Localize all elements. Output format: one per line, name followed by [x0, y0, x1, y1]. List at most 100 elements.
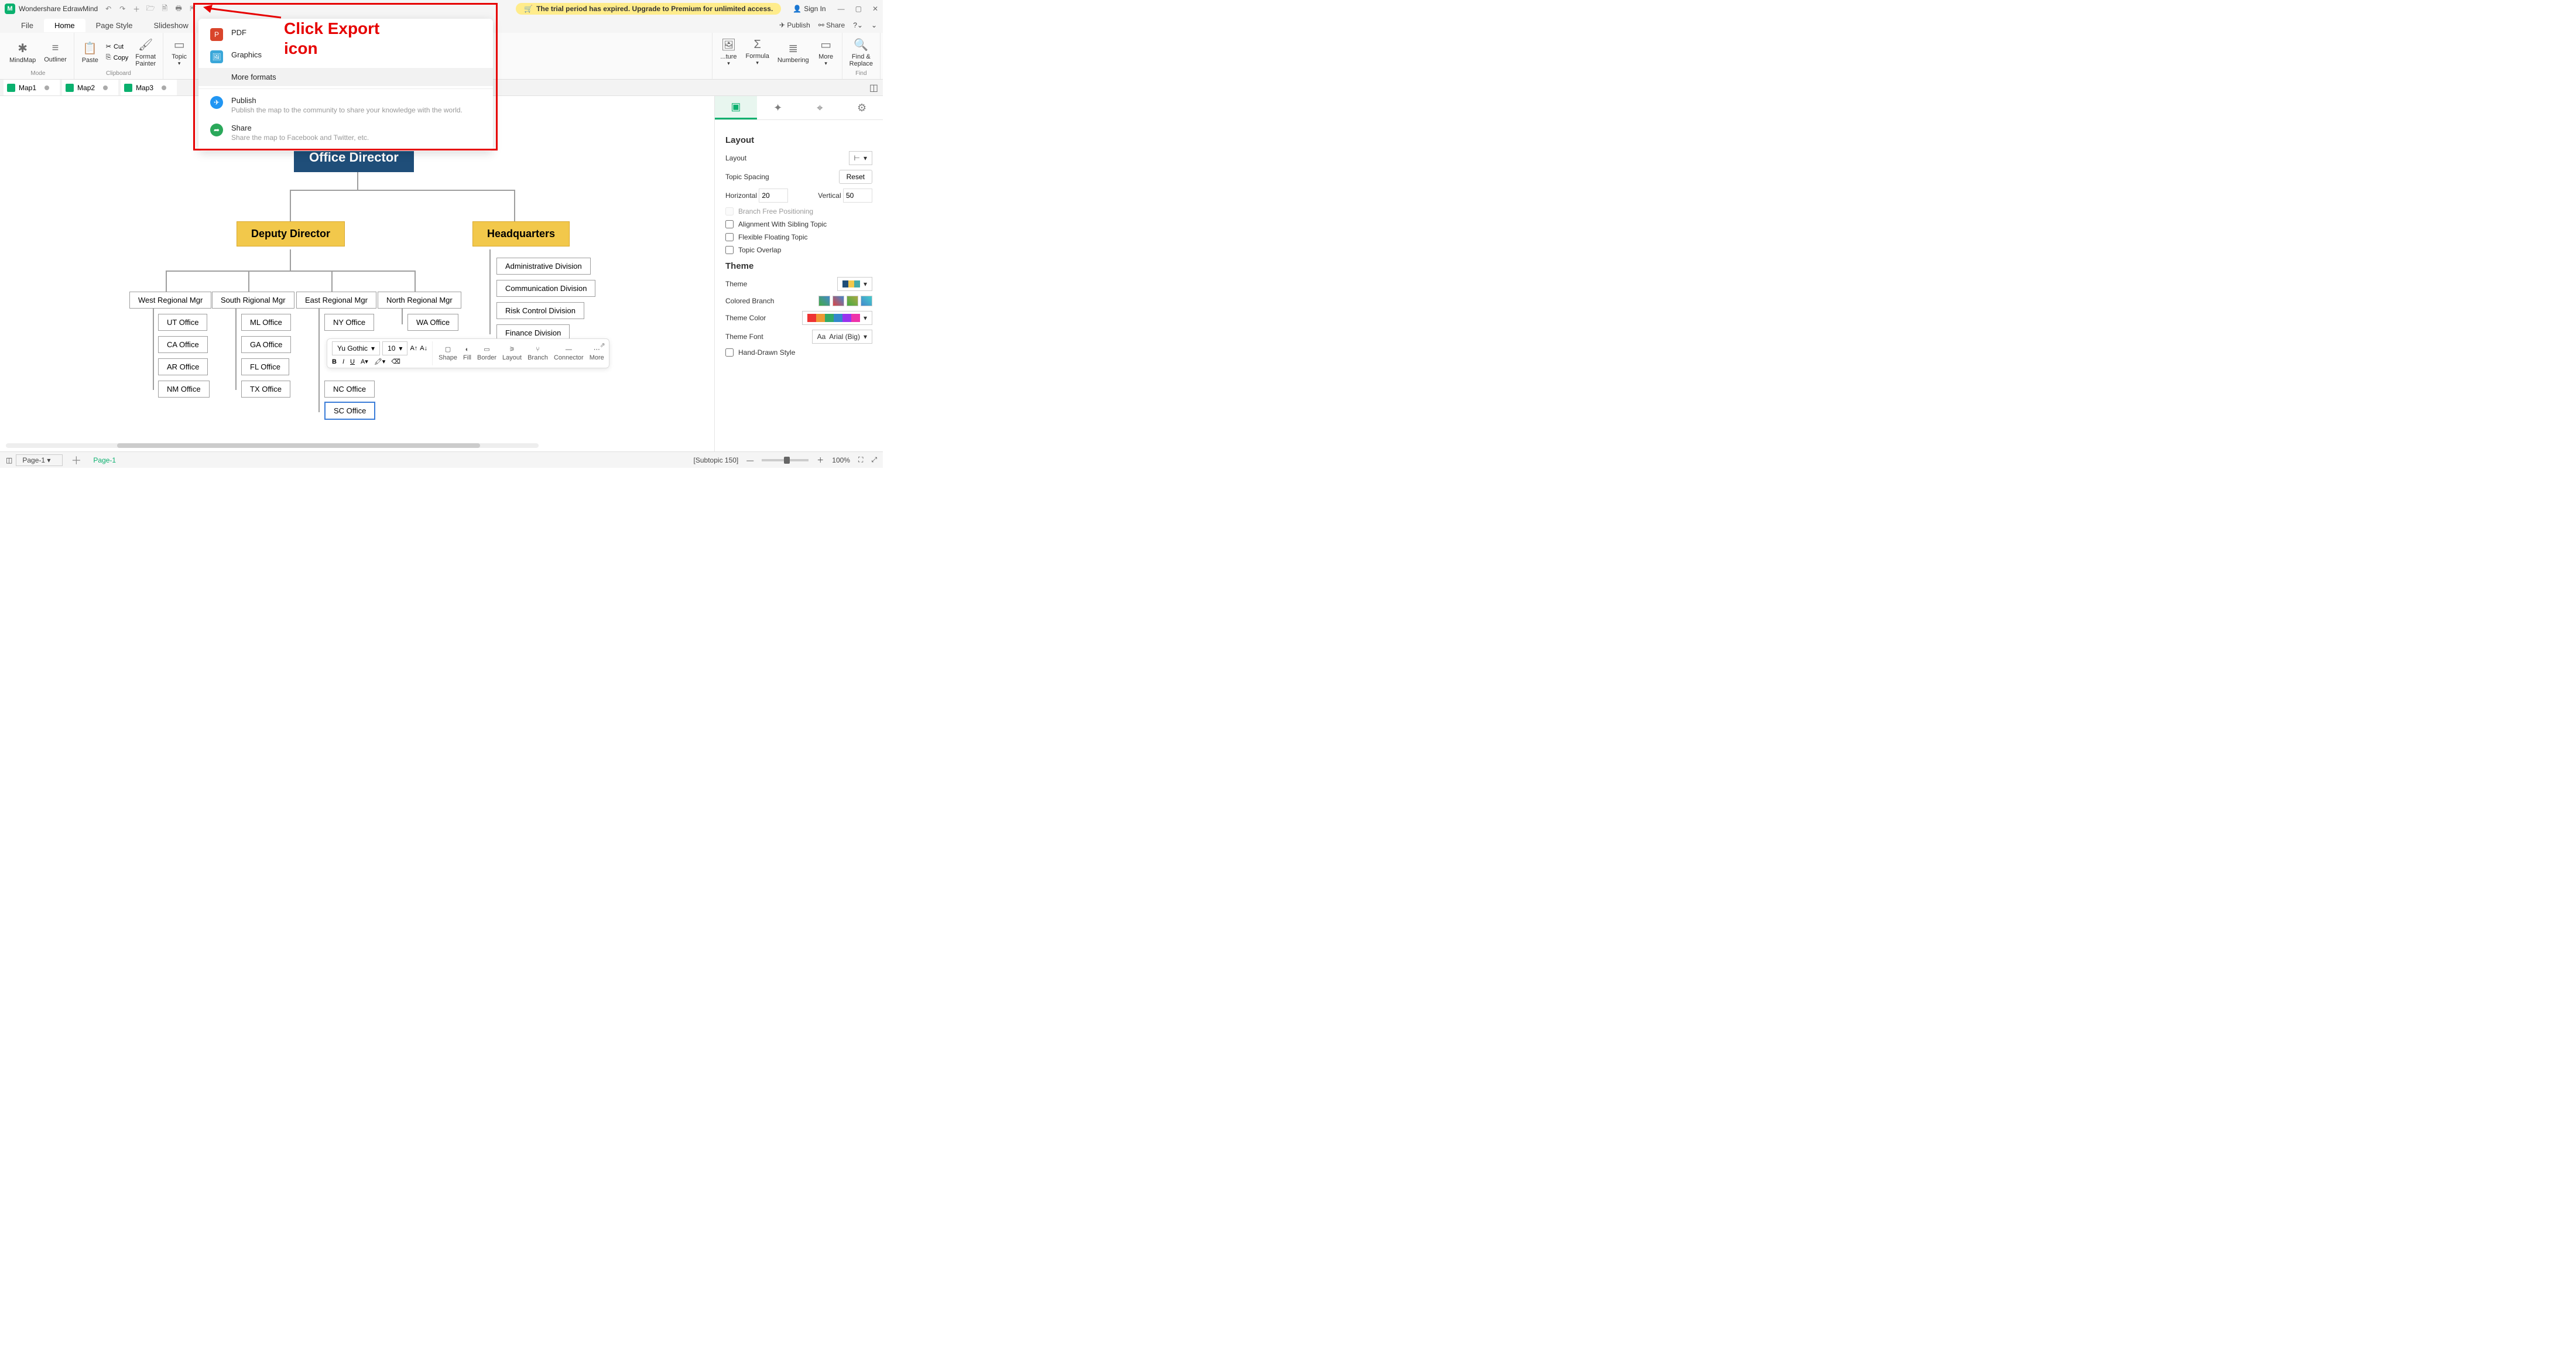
rp-tab-style[interactable]: ✦: [757, 96, 799, 119]
node-mgr[interactable]: North Regional Mgr: [378, 292, 461, 309]
theme-picker[interactable]: ▾: [837, 277, 872, 291]
topic-button[interactable]: ▭Topic▾: [167, 36, 191, 68]
node-hq[interactable]: Headquarters: [472, 221, 570, 247]
fit-page-icon[interactable]: ⛶: [858, 456, 863, 464]
node-leaf[interactable]: Communication Division: [496, 280, 595, 297]
view-mode-icon[interactable]: ◫: [6, 456, 12, 464]
horizontal-scrollbar[interactable]: [6, 443, 539, 449]
node-deputy[interactable]: Deputy Director: [237, 221, 345, 247]
node-selected[interactable]: SC Office: [324, 402, 375, 420]
open-icon[interactable]: 🗁: [146, 4, 155, 13]
vertical-input[interactable]: [843, 189, 872, 203]
fullscreen-icon[interactable]: ⤢: [871, 456, 877, 464]
colored-branch-swatches[interactable]: [818, 296, 872, 306]
font-select[interactable]: Yu Gothic ▾: [332, 341, 380, 355]
rp-tab-layout[interactable]: ▣: [715, 96, 757, 119]
undo-icon[interactable]: ↶: [104, 4, 113, 13]
copy-button[interactable]: ⎘Copy: [104, 53, 131, 63]
rp-tab-settings[interactable]: ⚙: [841, 96, 883, 119]
pin-icon[interactable]: ⇗: [600, 341, 605, 349]
outliner-button[interactable]: ≡Outliner: [40, 40, 70, 64]
page-select[interactable]: Page-1 ▾: [16, 454, 63, 466]
export-icon[interactable]: ⇱: [188, 4, 197, 13]
fill-button[interactable]: ◐Fill: [463, 346, 471, 361]
current-page[interactable]: Page-1: [93, 456, 116, 464]
chk-flex-float[interactable]: Flexible Floating Topic: [725, 233, 872, 241]
export-pdf[interactable]: P PDF: [198, 23, 493, 46]
clear-format-button[interactable]: ⌫: [391, 358, 400, 365]
node-leaf[interactable]: ML Office: [241, 314, 291, 331]
rp-tab-map[interactable]: ⌖: [799, 96, 841, 119]
zoom-slider[interactable]: [762, 459, 809, 461]
export-share[interactable]: ➦ ShareShare the map to Facebook and Twi…: [198, 119, 493, 146]
node-leaf[interactable]: UT Office: [158, 314, 207, 331]
reset-button[interactable]: Reset: [839, 170, 872, 184]
panel-toggle-icon[interactable]: ◫: [869, 82, 878, 94]
formula-button[interactable]: ΣFormula▾: [742, 37, 772, 67]
node-mgr[interactable]: East Regional Mgr: [296, 292, 376, 309]
more-button[interactable]: ▭More▾: [814, 36, 838, 68]
zoom-in-button[interactable]: ＋: [817, 455, 824, 465]
font-color-button[interactable]: A▾: [361, 358, 368, 365]
chk-branch-free[interactable]: Branch Free Positioning: [725, 207, 872, 215]
cut-button[interactable]: ✂Cut: [104, 42, 131, 52]
node-leaf[interactable]: TX Office: [241, 381, 290, 398]
chk-hand-drawn[interactable]: Hand-Drawn Style: [725, 348, 872, 357]
maximize-icon[interactable]: ▢: [855, 5, 862, 13]
zoom-out-button[interactable]: —: [746, 456, 753, 464]
sign-in-button[interactable]: 👤 Sign In: [793, 5, 825, 13]
close-icon[interactable]: ✕: [872, 5, 878, 13]
node-leaf[interactable]: AR Office: [158, 358, 208, 375]
branch-button[interactable]: ⑂Branch: [527, 346, 548, 361]
border-button[interactable]: ▭Border: [477, 345, 496, 361]
chk-align-sibling[interactable]: Alignment With Sibling Topic: [725, 220, 872, 228]
underline-button[interactable]: U: [350, 358, 355, 365]
node-mgr[interactable]: South Rigional Mgr: [212, 292, 294, 309]
highlight-button[interactable]: 🖍▾: [374, 358, 386, 365]
tab-slideshow[interactable]: Slideshow: [143, 19, 199, 32]
connector-button[interactable]: —Connector: [554, 346, 584, 361]
find-replace-button[interactable]: 🔍Find & Replace: [846, 36, 876, 69]
node-leaf[interactable]: NM Office: [158, 381, 210, 398]
numbering-button[interactable]: ≣Numbering: [774, 40, 813, 65]
tab-home[interactable]: Home: [44, 19, 85, 32]
print-icon[interactable]: 🖶: [174, 4, 183, 13]
zoom-value[interactable]: 100%: [832, 456, 850, 464]
horizontal-input[interactable]: [759, 189, 788, 203]
save-icon[interactable]: 🗎: [160, 4, 169, 13]
publish-link[interactable]: ✈ Publish: [779, 21, 810, 29]
node-leaf[interactable]: Administrative Division: [496, 258, 591, 275]
node-leaf[interactable]: NC Office: [324, 381, 375, 398]
doc-tab-3[interactable]: Map3: [121, 80, 177, 95]
node-leaf[interactable]: NY Office: [324, 314, 374, 331]
theme-color-picker[interactable]: ▾: [802, 311, 872, 325]
theme-font-picker[interactable]: Aa Arial (Big) ▾: [812, 330, 872, 344]
size-select[interactable]: 10 ▾: [382, 341, 407, 355]
trial-banner[interactable]: 🛒 The trial period has expired. Upgrade …: [516, 3, 781, 15]
italic-button[interactable]: I: [342, 358, 344, 365]
minimize-icon[interactable]: —: [838, 5, 845, 13]
node-leaf[interactable]: WA Office: [407, 314, 458, 331]
layout-picker[interactable]: ⊢ ▾: [849, 151, 872, 165]
share-link[interactable]: ⚯ Share: [818, 21, 845, 29]
export-more-formats[interactable]: More formats: [198, 68, 493, 86]
doc-tab-1[interactable]: Map1: [4, 80, 60, 95]
new-icon[interactable]: ＋: [132, 4, 141, 13]
export-graphics[interactable]: 🖼 Graphics: [198, 46, 493, 68]
node-leaf[interactable]: GA Office: [241, 336, 291, 353]
help-icon[interactable]: ?⌄: [853, 21, 863, 29]
mindmap-button[interactable]: ✱MindMap: [6, 40, 39, 65]
doc-tab-2[interactable]: Map2: [62, 80, 118, 95]
chk-overlap[interactable]: Topic Overlap: [725, 246, 872, 254]
font-grow-icon[interactable]: A↑: [410, 345, 417, 352]
paste-button[interactable]: 📋Paste: [78, 40, 102, 65]
tab-page-style[interactable]: Page Style: [85, 19, 143, 32]
node-leaf[interactable]: FL Office: [241, 358, 289, 375]
shape-button[interactable]: ▢Shape: [439, 345, 457, 361]
picture-button[interactable]: 🖼...ture▾: [716, 36, 741, 68]
font-shrink-icon[interactable]: A↓: [420, 345, 427, 352]
layout-button[interactable]: ⚞Layout: [502, 345, 522, 361]
bold-button[interactable]: B: [332, 358, 337, 365]
redo-icon[interactable]: ↷: [118, 4, 127, 13]
node-mgr[interactable]: West Regional Mgr: [129, 292, 211, 309]
